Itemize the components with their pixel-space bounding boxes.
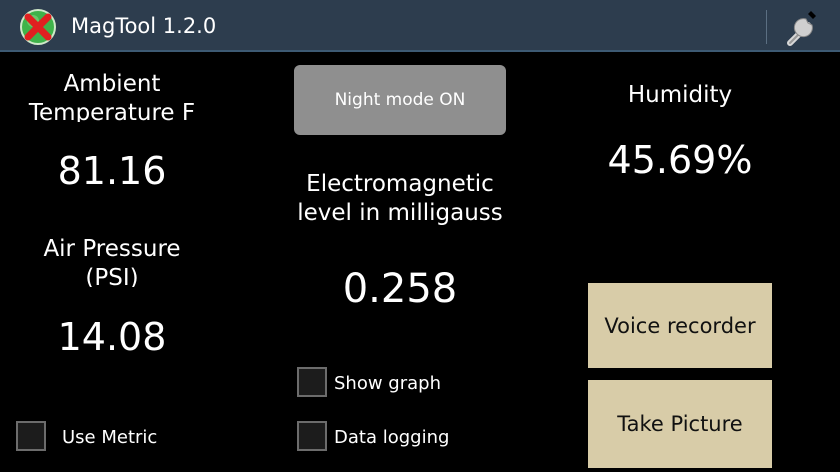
app-logo-icon[interactable]: [19, 8, 57, 46]
data-logging-label[interactable]: Data logging: [334, 427, 449, 449]
pressure-label-line1: Air Pressure: [43, 236, 181, 262]
pressure-label-line2: (PSI): [85, 265, 139, 287]
wrench-icon: [787, 11, 816, 46]
temperature-label-line2: Temperature F: [28, 100, 196, 122]
app-title: MagTool 1.2.0: [71, 14, 217, 38]
humidity-label: Humidity: [627, 82, 733, 108]
em-label-line1: Electromagnetic: [306, 171, 494, 197]
em-label-line2: level in milligauss: [297, 200, 503, 226]
temperature-label-line1: Ambient: [63, 71, 161, 97]
use-metric-checkbox[interactable]: [16, 421, 46, 451]
night-mode-button[interactable]: Night mode ON: [294, 65, 506, 135]
pressure-value: 14.08: [57, 315, 167, 359]
temperature-value: 81.16: [57, 149, 167, 193]
action-bar: MagTool 1.2.0: [0, 0, 840, 52]
show-graph-label[interactable]: Show graph: [334, 373, 441, 395]
take-picture-button-label: Take Picture: [617, 412, 743, 436]
show-graph-checkbox[interactable]: [297, 367, 327, 397]
voice-recorder-button-label: Voice recorder: [604, 313, 756, 338]
em-value: 0.258: [342, 266, 458, 312]
settings-button[interactable]: [772, 2, 838, 50]
data-logging-checkbox[interactable]: [297, 421, 327, 451]
use-metric-label[interactable]: Use Metric: [62, 427, 157, 449]
night-mode-button-label: Night mode ON: [334, 90, 466, 110]
take-picture-button[interactable]: Take Picture: [588, 380, 772, 468]
humidity-value: 45.69%: [607, 138, 753, 182]
voice-recorder-button[interactable]: Voice recorder: [588, 283, 772, 368]
action-bar-divider: [766, 10, 767, 44]
